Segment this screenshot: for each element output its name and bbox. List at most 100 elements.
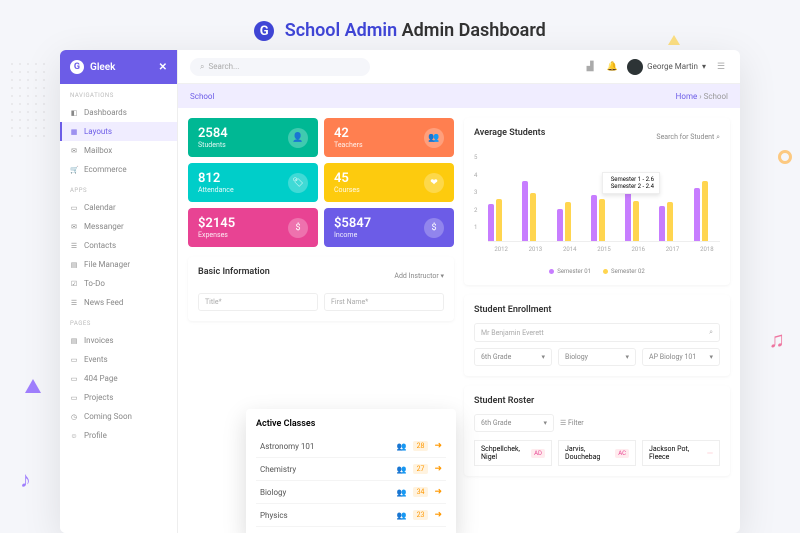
breadcrumb-home[interactable]: Home xyxy=(676,92,698,101)
app-frame: G Gleek ✕ NAVIGATIONS◧Dashboards▦Layouts… xyxy=(60,50,740,533)
stat-icon: 👤 xyxy=(288,128,308,148)
section-label: PAGES xyxy=(60,312,177,331)
sidebar-item-file-manager[interactable]: ▤File Manager xyxy=(60,255,177,274)
enrollment-search[interactable]: Mr Benjamin Everett⌕ xyxy=(474,323,720,342)
breadcrumb: School Home › School xyxy=(178,84,740,108)
search-student-link[interactable]: Search for Student ⌕ xyxy=(656,133,720,142)
stat-income[interactable]: $5847Income$ xyxy=(324,208,454,247)
stat-attendance[interactable]: 812Attendance🏷 xyxy=(188,163,318,202)
bar xyxy=(667,202,673,241)
enrollment-select[interactable]: AP Biology 101▾ xyxy=(642,348,720,366)
class-row[interactable]: Physics👥23➜ xyxy=(256,504,446,527)
title-field[interactable]: Title* xyxy=(198,293,318,311)
collapse-icon[interactable]: ✕ xyxy=(159,62,167,73)
sidebar-item-404-page[interactable]: ▭404 Page xyxy=(60,369,177,388)
sidebar-item-mailbox[interactable]: ✉Mailbox xyxy=(60,141,177,160)
bar xyxy=(557,209,563,241)
nav-icon: ☰ xyxy=(70,242,78,250)
sidebar-item-calendar[interactable]: ▭Calendar xyxy=(60,198,177,217)
card-title: Average Students xyxy=(474,128,545,138)
bar xyxy=(522,181,528,241)
music-note-icon: ♪ xyxy=(20,467,31,493)
bar xyxy=(633,201,639,241)
stat-expenses[interactable]: $2145Expenses$ xyxy=(188,208,318,247)
stat-icon: ❤ xyxy=(424,173,444,193)
sidebar-item-contacts[interactable]: ☰Contacts xyxy=(60,236,177,255)
nav-icon: ▤ xyxy=(70,337,78,345)
chevron-down-icon: ▾ xyxy=(702,62,706,71)
arrow-icon: ➜ xyxy=(434,487,442,497)
sidebar-item-profile[interactable]: ☺Profile xyxy=(60,426,177,445)
sidebar-item-to-do[interactable]: ☑To-Do xyxy=(60,274,177,293)
notification-icon[interactable]: 🔔 xyxy=(605,60,619,74)
bar xyxy=(565,202,571,241)
class-row[interactable]: Chemistry👥27➜ xyxy=(256,458,446,481)
sidebar-item-dashboards[interactable]: ◧Dashboards xyxy=(60,103,177,122)
bar-group xyxy=(694,181,720,241)
chevron-down-icon: ▾ xyxy=(543,419,547,427)
stat-icon: $ xyxy=(424,218,444,238)
sidebar-item-news-feed[interactable]: ☰News Feed xyxy=(60,293,177,312)
users-icon: 👥 xyxy=(397,465,407,474)
class-row[interactable]: Biology👥34➜ xyxy=(256,481,446,504)
stat-icon: 🏷 xyxy=(288,173,308,193)
bar-group xyxy=(522,181,548,241)
logo-icon: G xyxy=(254,21,274,41)
card-title: Student Roster xyxy=(474,396,720,406)
chart-icon[interactable]: ▟ xyxy=(583,60,597,74)
filter-button[interactable]: ☰ Filter xyxy=(560,419,584,427)
brand-name: Gleek xyxy=(90,62,115,73)
arrow-icon: ➜ xyxy=(434,441,442,451)
sidebar-item-messanger[interactable]: ✉Messanger xyxy=(60,217,177,236)
page-heading: G School Admin Admin Dashboard xyxy=(0,20,800,41)
bar xyxy=(599,199,605,241)
nav-icon: ◷ xyxy=(70,413,78,421)
avatar xyxy=(627,59,643,75)
roster-item[interactable]: Jackson Pot, Fleece xyxy=(642,440,720,466)
first-name-field[interactable]: First Name* xyxy=(324,293,444,311)
class-row[interactable]: Astronomy 101👥28➜ xyxy=(256,435,446,458)
sidebar-item-events[interactable]: ▭Events xyxy=(60,350,177,369)
grade-select[interactable]: 6th Grade▾ xyxy=(474,414,554,432)
nav-icon: 🛒 xyxy=(70,166,78,174)
arrow-icon: ➜ xyxy=(434,510,442,520)
enrollment-select[interactable]: 6th Grade▾ xyxy=(474,348,552,366)
chart-legend: Semester 01 Semester 02 xyxy=(474,268,720,275)
menu-icon[interactable]: ☰ xyxy=(714,60,728,74)
bar-group xyxy=(659,202,685,241)
stat-icon: 👥 xyxy=(424,128,444,148)
deco-dots xyxy=(8,60,48,140)
bar xyxy=(496,199,502,241)
sidebar-item-layouts[interactable]: ▦Layouts xyxy=(60,122,177,141)
stat-courses[interactable]: 45Courses❤ xyxy=(324,163,454,202)
page-title: School xyxy=(190,92,214,101)
stat-icon: $ xyxy=(288,218,308,238)
bar xyxy=(702,181,708,241)
add-instructor-button[interactable]: Add Instructor ▾ xyxy=(394,272,444,280)
sidebar-item-projects[interactable]: ▭Projects xyxy=(60,388,177,407)
chevron-down-icon: ▾ xyxy=(709,353,713,361)
section-label: NAVIGATIONS xyxy=(60,84,177,103)
search-input[interactable]: ⌕ Search... xyxy=(190,58,370,76)
roster-item[interactable]: Schpellchek, NigelAD xyxy=(474,440,552,466)
nav-icon: ✉ xyxy=(70,223,78,231)
chart-tooltip: Semester 1 - 2.6 Semester 2 - 2.4 xyxy=(602,172,660,194)
enrollment-select[interactable]: Biology▾ xyxy=(558,348,636,366)
bar xyxy=(591,195,597,241)
sidebar-item-invoices[interactable]: ▤Invoices xyxy=(60,331,177,350)
card-title: Active Classes xyxy=(256,419,446,429)
users-icon: 👥 xyxy=(397,442,407,451)
card-title: Basic Information xyxy=(198,267,270,277)
roster-item[interactable]: Jarvis, DouchebagAC xyxy=(558,440,636,466)
nav-icon: ✉ xyxy=(70,147,78,155)
stat-teachers[interactable]: 42Teachers👥 xyxy=(324,118,454,157)
active-classes-card: Active Classes Astronomy 101👥28➜Chemistr… xyxy=(246,409,456,533)
chevron-down-icon: ▾ xyxy=(541,353,545,361)
sidebar-item-coming-soon[interactable]: ◷Coming Soon xyxy=(60,407,177,426)
stat-students[interactable]: 2584Students👤 xyxy=(188,118,318,157)
nav-icon: ▤ xyxy=(70,261,78,269)
deco-triangle xyxy=(668,35,680,45)
user-menu[interactable]: George Martin ▾ xyxy=(627,59,706,75)
sidebar-item-ecommerce[interactable]: 🛒Ecommerce xyxy=(60,160,177,179)
search-icon: ⌕ xyxy=(200,62,204,72)
